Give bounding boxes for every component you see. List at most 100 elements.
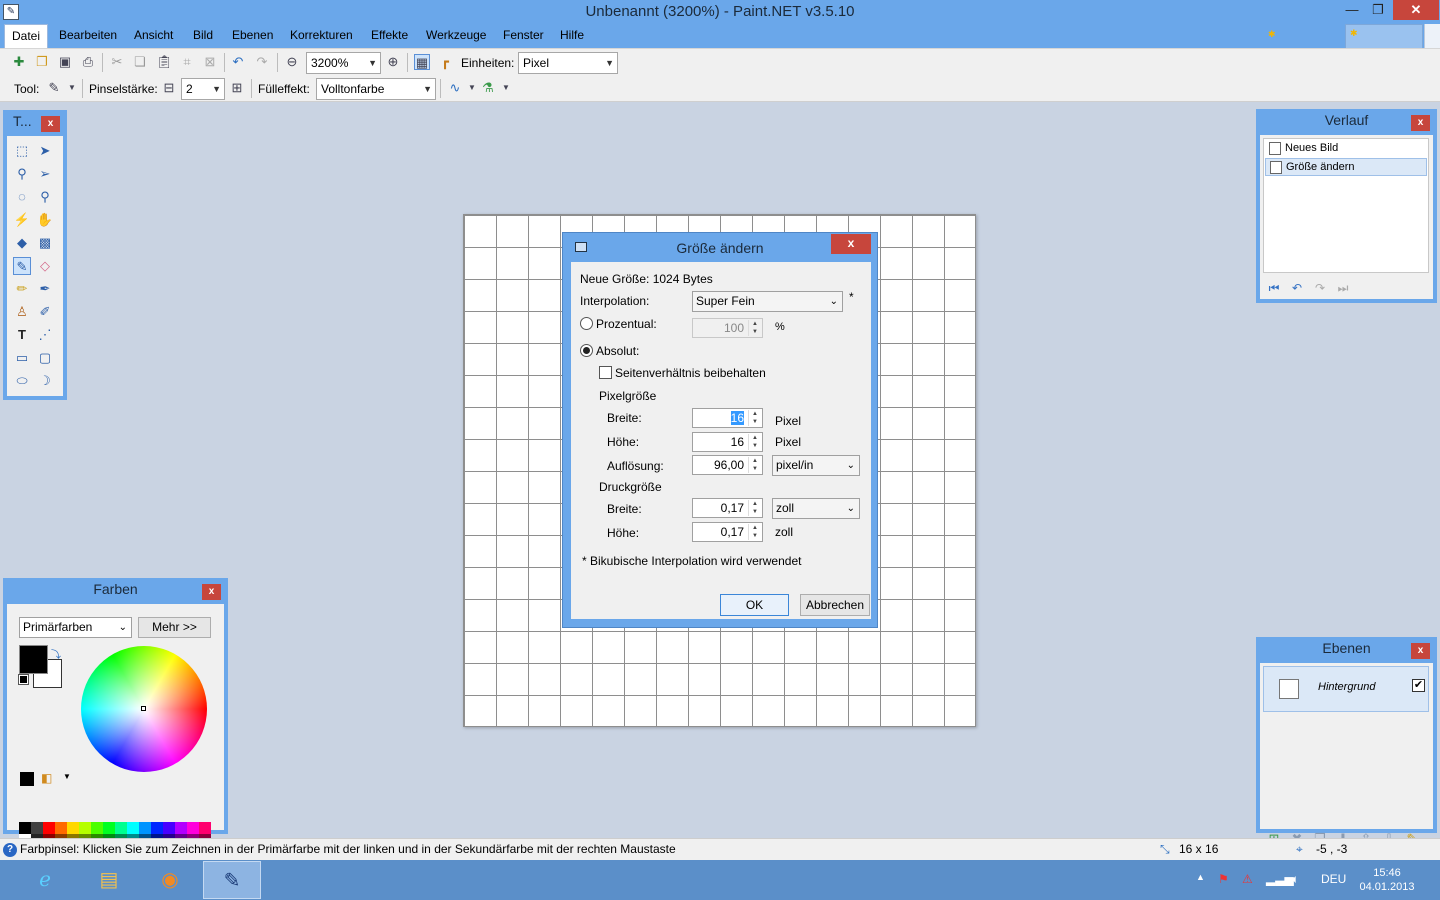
redo-icon[interactable]: ↷: [254, 54, 270, 70]
paint-net-taskbar-icon[interactable]: ✎: [203, 861, 261, 899]
gradient-icon[interactable]: ▩: [36, 234, 54, 252]
crop-icon[interactable]: ⌗: [179, 54, 195, 70]
palette-swatch[interactable]: [175, 822, 187, 834]
history-item[interactable]: Größe ändern: [1265, 158, 1427, 176]
history-panel-close-button[interactable]: x: [1411, 115, 1430, 131]
menu-datei[interactable]: Datei: [4, 24, 49, 48]
palette-swatch[interactable]: [127, 822, 139, 834]
open-folder-icon[interactable]: ❐: [34, 54, 50, 70]
menu-ansicht[interactable]: Ansicht: [134, 24, 173, 48]
color-picker-icon[interactable]: ✒: [36, 280, 54, 298]
reset-colors-icon[interactable]: [18, 674, 29, 685]
menu-ebenen[interactable]: Ebenen: [232, 24, 273, 48]
menu-korrekturen[interactable]: Korrekturen: [290, 24, 353, 48]
history-item[interactable]: Neues Bild: [1265, 140, 1427, 158]
paintbrush-icon[interactable]: ✎: [13, 257, 31, 275]
interpolation-select[interactable]: Super Fein ⌄: [692, 291, 843, 312]
spinner-icon[interactable]: ▲ ▼: [748, 500, 761, 516]
zoom-combo[interactable]: 3200% ▼: [306, 52, 381, 74]
palette-swatch[interactable]: [31, 822, 43, 834]
maintain-aspect-checkbox[interactable]: [599, 366, 612, 379]
pan-hand-icon[interactable]: ✋: [36, 211, 54, 229]
palette-swatch[interactable]: [19, 822, 31, 834]
chevron-down-icon[interactable]: ▼: [64, 80, 80, 96]
palette-icon[interactable]: ◧: [41, 771, 52, 785]
menu-fenster[interactable]: Fenster: [503, 24, 544, 48]
palette-swatch[interactable]: [91, 822, 103, 834]
zoom-in-icon[interactable]: ⊕: [385, 54, 401, 70]
brush-width-combo[interactable]: 2 ▼: [181, 78, 225, 100]
paste-icon[interactable]: 📋︎: [156, 54, 173, 70]
color-wheel-marker[interactable]: [141, 706, 146, 711]
security-icon[interactable]: ⚠: [1242, 872, 1253, 886]
layers-panel-close-button[interactable]: x: [1411, 643, 1430, 659]
internet-explorer-icon[interactable]: ℯ: [16, 861, 74, 899]
lasso-select-icon[interactable]: ⚲: [13, 165, 31, 183]
antialiasing-icon[interactable]: ∿: [447, 80, 463, 96]
zoom-tool-icon[interactable]: ⚲: [36, 188, 54, 206]
undo-icon[interactable]: ↶: [230, 54, 246, 70]
spinner-icon[interactable]: ▲ ▼: [748, 320, 761, 336]
palette-swatch[interactable]: [79, 822, 91, 834]
cancel-button[interactable]: Abbrechen: [800, 594, 870, 616]
fill-combo[interactable]: Volltonfarbe ▼: [316, 78, 436, 100]
palette-swatch[interactable]: [43, 822, 55, 834]
firefox-icon[interactable]: ◉: [141, 861, 199, 899]
rewind-icon[interactable]: ⏮: [1266, 281, 1282, 295]
menu-bearbeiten[interactable]: Bearbeiten: [59, 24, 117, 48]
palette-swatch[interactable]: [139, 822, 151, 834]
ruler-icon[interactable]: ┏: [437, 54, 453, 70]
undo-icon[interactable]: ↶: [1289, 281, 1305, 295]
ellipse-select-icon[interactable]: ◌: [13, 188, 31, 206]
paint-bucket-icon[interactable]: ◆: [13, 234, 31, 252]
height-input[interactable]: 16 ▲ ▼: [692, 432, 763, 452]
move-selected-pixels-icon[interactable]: ➤: [36, 142, 54, 160]
fast-forward-icon[interactable]: ⏭: [1335, 281, 1351, 295]
new-image-icon[interactable]: ✚: [11, 54, 27, 70]
percent-input[interactable]: 100 ▲ ▼: [692, 318, 763, 338]
volume-icon[interactable]: 🔈︎: [1292, 872, 1299, 887]
menu-effekte[interactable]: Effekte: [371, 24, 408, 48]
palette-swatch[interactable]: [55, 822, 67, 834]
spinner-icon[interactable]: ▲ ▼: [748, 434, 761, 450]
decrease-width-icon[interactable]: ⊟: [161, 80, 177, 96]
tools-panel-close-button[interactable]: x: [41, 116, 60, 132]
spinner-icon[interactable]: ▲ ▼: [748, 410, 761, 426]
palette-swatch[interactable]: [187, 822, 199, 834]
palette-swatch[interactable]: [151, 822, 163, 834]
resolution-input[interactable]: 96,00 ▲ ▼: [692, 455, 763, 475]
palette-swatch[interactable]: [103, 822, 115, 834]
pencil-icon[interactable]: ✏: [13, 280, 31, 298]
grid-icon[interactable]: ▦: [414, 54, 430, 70]
redo-icon[interactable]: ↷: [1312, 281, 1328, 295]
increase-width-icon[interactable]: ⊞: [229, 80, 245, 96]
print-height-input[interactable]: 0,17 ▲ ▼: [692, 522, 763, 542]
chevron-down-icon[interactable]: ▼: [464, 80, 480, 96]
more-colors-button[interactable]: Mehr >>: [138, 617, 211, 638]
zoom-out-icon[interactable]: ⊖: [284, 54, 300, 70]
language-indicator[interactable]: DEU: [1321, 872, 1346, 886]
layer-visibility-checkbox[interactable]: ✔: [1412, 679, 1425, 692]
print-unit-select[interactable]: zoll ⌄: [772, 498, 860, 519]
magic-wand-icon[interactable]: ⚡: [13, 211, 31, 229]
primary-color-swatch[interactable]: [19, 645, 48, 674]
width-input[interactable]: 16 ▲ ▼: [692, 408, 763, 428]
layer-row[interactable]: Hintergrund ✔: [1263, 666, 1429, 712]
save-icon[interactable]: ▣: [57, 54, 73, 70]
move-selection-icon[interactable]: ➢: [36, 165, 54, 183]
copy-icon[interactable]: ❏: [132, 54, 148, 70]
file-explorer-icon[interactable]: ▤: [80, 861, 138, 899]
chevron-down-icon[interactable]: ▼: [63, 772, 71, 781]
print-icon[interactable]: ⎙: [80, 54, 96, 70]
clone-stamp-icon[interactable]: ♙: [13, 303, 31, 321]
eraser-icon[interactable]: ◇: [36, 257, 54, 275]
palette-swatch[interactable]: [115, 822, 127, 834]
dialog-close-button[interactable]: x: [831, 234, 871, 254]
show-hidden-icons-icon[interactable]: ▲: [1196, 872, 1205, 882]
rectangle-shape-icon[interactable]: ▭: [13, 349, 31, 367]
units-combo[interactable]: Pixel ▼: [518, 52, 618, 74]
ellipse-shape-icon[interactable]: ⬭: [13, 372, 31, 390]
blend-mode-icon[interactable]: ⚗: [480, 80, 496, 96]
rectangle-select-icon[interactable]: ⬚: [13, 142, 31, 160]
spinner-icon[interactable]: ▲ ▼: [748, 457, 761, 473]
